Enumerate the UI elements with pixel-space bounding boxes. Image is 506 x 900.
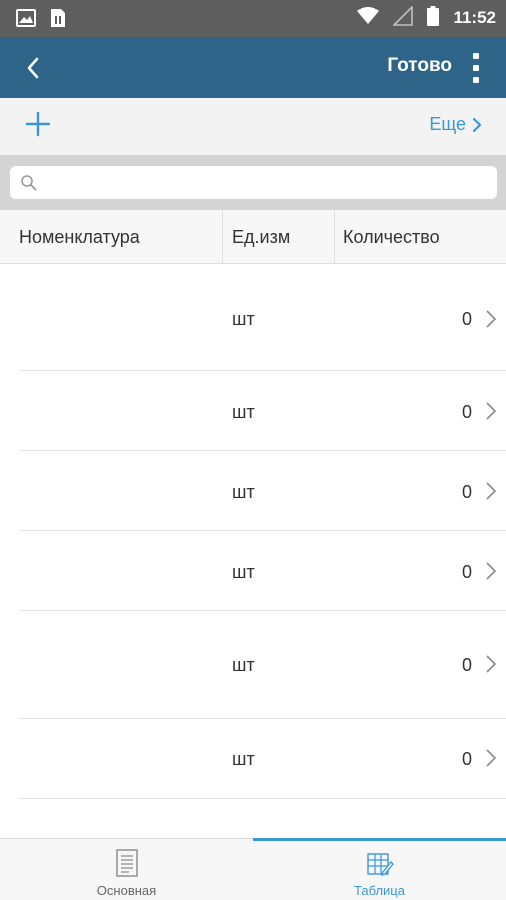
row-quantity: 0 [461, 655, 472, 675]
search-icon [21, 175, 37, 191]
add-button[interactable] [24, 110, 52, 138]
row-unit: шт [232, 402, 255, 422]
search-input[interactable] [44, 166, 484, 199]
tab-main[interactable]: Основная [0, 839, 253, 900]
row-quantity: 0 [461, 749, 472, 769]
chevron-right-icon [486, 402, 497, 420]
chevron-right-icon [486, 562, 497, 580]
app-bar: Готово [0, 37, 506, 98]
tab-label: Таблица [354, 883, 405, 898]
row-unit: шт [232, 309, 255, 329]
image-icon [16, 9, 36, 32]
toolbar: Еще [0, 98, 506, 155]
chevron-right-icon [486, 310, 497, 328]
table-row[interactable]: шт 0 [0, 611, 506, 719]
row-quantity: 0 [461, 482, 472, 502]
table-row[interactable]: шт 0 [0, 451, 506, 531]
row-unit: шт [232, 655, 255, 675]
chevron-right-icon [486, 655, 497, 673]
column-header-name[interactable]: Номенклатура [0, 210, 223, 264]
back-button[interactable] [18, 53, 48, 83]
column-header-quantity[interactable]: Количество [335, 210, 506, 264]
plus-icon [25, 111, 51, 137]
signal-icon [392, 4, 414, 31]
table-row[interactable]: шт 0 [0, 264, 506, 371]
search-bar [0, 155, 506, 210]
document-icon [115, 849, 138, 877]
more-vertical-icon[interactable] [468, 51, 484, 85]
tab-label: Основная [96, 883, 157, 898]
row-unit: шт [232, 562, 255, 582]
done-button[interactable]: Готово [387, 55, 452, 77]
table-edit-icon [366, 853, 394, 877]
chevron-right-icon [486, 749, 497, 767]
search-box[interactable] [10, 166, 497, 199]
row-unit: шт [232, 482, 255, 502]
battery-icon [427, 5, 440, 31]
table-row[interactable]: шт 0 [0, 531, 506, 611]
status-bar: 11:52 [0, 0, 506, 37]
status-time: 11:52 [453, 8, 496, 27]
column-header-unit[interactable]: Ед.изм [223, 210, 335, 264]
row-quantity: 0 [461, 402, 472, 422]
table-row[interactable]: шт 0 [0, 371, 506, 451]
chevron-right-icon [472, 117, 482, 132]
row-unit: шт [232, 749, 255, 769]
chevron-right-icon [486, 482, 497, 500]
wifi-icon [357, 6, 380, 30]
row-quantity: 0 [461, 309, 472, 329]
tab-table[interactable]: Таблица [253, 838, 506, 900]
table-row[interactable]: шт 0 [0, 719, 506, 799]
sim-card-icon [50, 8, 66, 33]
more-button[interactable]: Еще [429, 114, 482, 135]
bottom-nav: Основная Таблица [0, 838, 506, 900]
more-label: Еще [429, 114, 466, 134]
table-header: Номенклатура Ед.изм Количество [0, 210, 506, 264]
chevron-left-icon [27, 57, 39, 79]
row-quantity: 0 [461, 562, 472, 582]
